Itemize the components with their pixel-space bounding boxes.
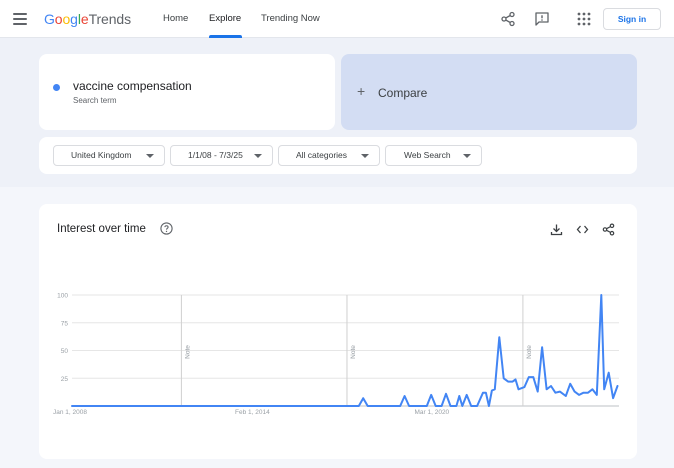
search-term-card[interactable]: vaccine compensation Search term bbox=[39, 54, 335, 130]
logo-google-text: Google bbox=[44, 11, 89, 27]
y-tick-label: 50 bbox=[61, 348, 69, 355]
property-filter-dropdown[interactable]: Web Search bbox=[385, 145, 482, 166]
top-app-bar: GoogleTrends Home Explore Trending Now S… bbox=[0, 0, 674, 38]
plus-icon: + bbox=[357, 83, 366, 99]
category-filter-label: All categories bbox=[296, 150, 348, 160]
share-icon[interactable] bbox=[500, 11, 516, 27]
interest-line-chart[interactable]: 100 75 50 25 Note Note Note Jan 1, 2008 Feb 1, 2… bbox=[39, 204, 637, 459]
date-range-filter-label: 1/1/08 - 7/3/25 bbox=[188, 150, 243, 160]
sign-in-button[interactable]: Sign in bbox=[603, 8, 661, 30]
google-trends-logo[interactable]: GoogleTrends bbox=[44, 11, 131, 27]
x-tick-label: Feb 1, 2014 bbox=[235, 409, 270, 416]
note-label: Note bbox=[350, 345, 357, 359]
chevron-down-icon bbox=[254, 154, 262, 158]
chevron-down-icon bbox=[361, 154, 369, 158]
note-label: Note bbox=[184, 345, 191, 359]
apps-grid-icon[interactable] bbox=[576, 11, 592, 27]
hamburger-menu-icon[interactable] bbox=[13, 13, 27, 25]
search-term-label[interactable]: vaccine compensation bbox=[73, 79, 192, 93]
property-filter-label: Web Search bbox=[404, 150, 451, 160]
date-range-filter-dropdown[interactable]: 1/1/08 - 7/3/25 bbox=[170, 145, 273, 166]
note-label: Note bbox=[526, 345, 533, 359]
search-term-type: Search term bbox=[73, 96, 117, 105]
compare-button[interactable]: + Compare bbox=[341, 54, 637, 130]
chevron-down-icon bbox=[463, 154, 471, 158]
y-tick-label: 100 bbox=[57, 293, 68, 300]
region-filter-label: United Kingdom bbox=[71, 150, 132, 160]
region-filter-dropdown[interactable]: United Kingdom bbox=[53, 145, 165, 166]
feedback-icon[interactable] bbox=[534, 11, 550, 27]
active-tab-indicator bbox=[209, 35, 242, 38]
filter-bar: United Kingdom 1/1/08 - 7/3/25 All categ… bbox=[39, 137, 637, 174]
chevron-down-icon bbox=[146, 154, 154, 158]
logo-trends-text: Trends bbox=[88, 11, 132, 27]
category-filter-dropdown[interactable]: All categories bbox=[278, 145, 380, 166]
x-tick-label: Jan 1, 2008 bbox=[53, 409, 87, 416]
compare-label: Compare bbox=[378, 86, 428, 100]
interest-over-time-card: Interest over time 100 75 50 25 Note Note Note… bbox=[39, 204, 637, 459]
tab-home[interactable]: Home bbox=[163, 13, 188, 24]
tab-trending-now[interactable]: Trending Now bbox=[261, 13, 320, 24]
x-tick-label: Mar 1, 2020 bbox=[414, 409, 449, 416]
tab-explore[interactable]: Explore bbox=[209, 13, 241, 24]
y-tick-label: 25 bbox=[61, 376, 69, 383]
y-tick-label: 75 bbox=[61, 320, 69, 327]
term-color-dot bbox=[53, 84, 60, 91]
